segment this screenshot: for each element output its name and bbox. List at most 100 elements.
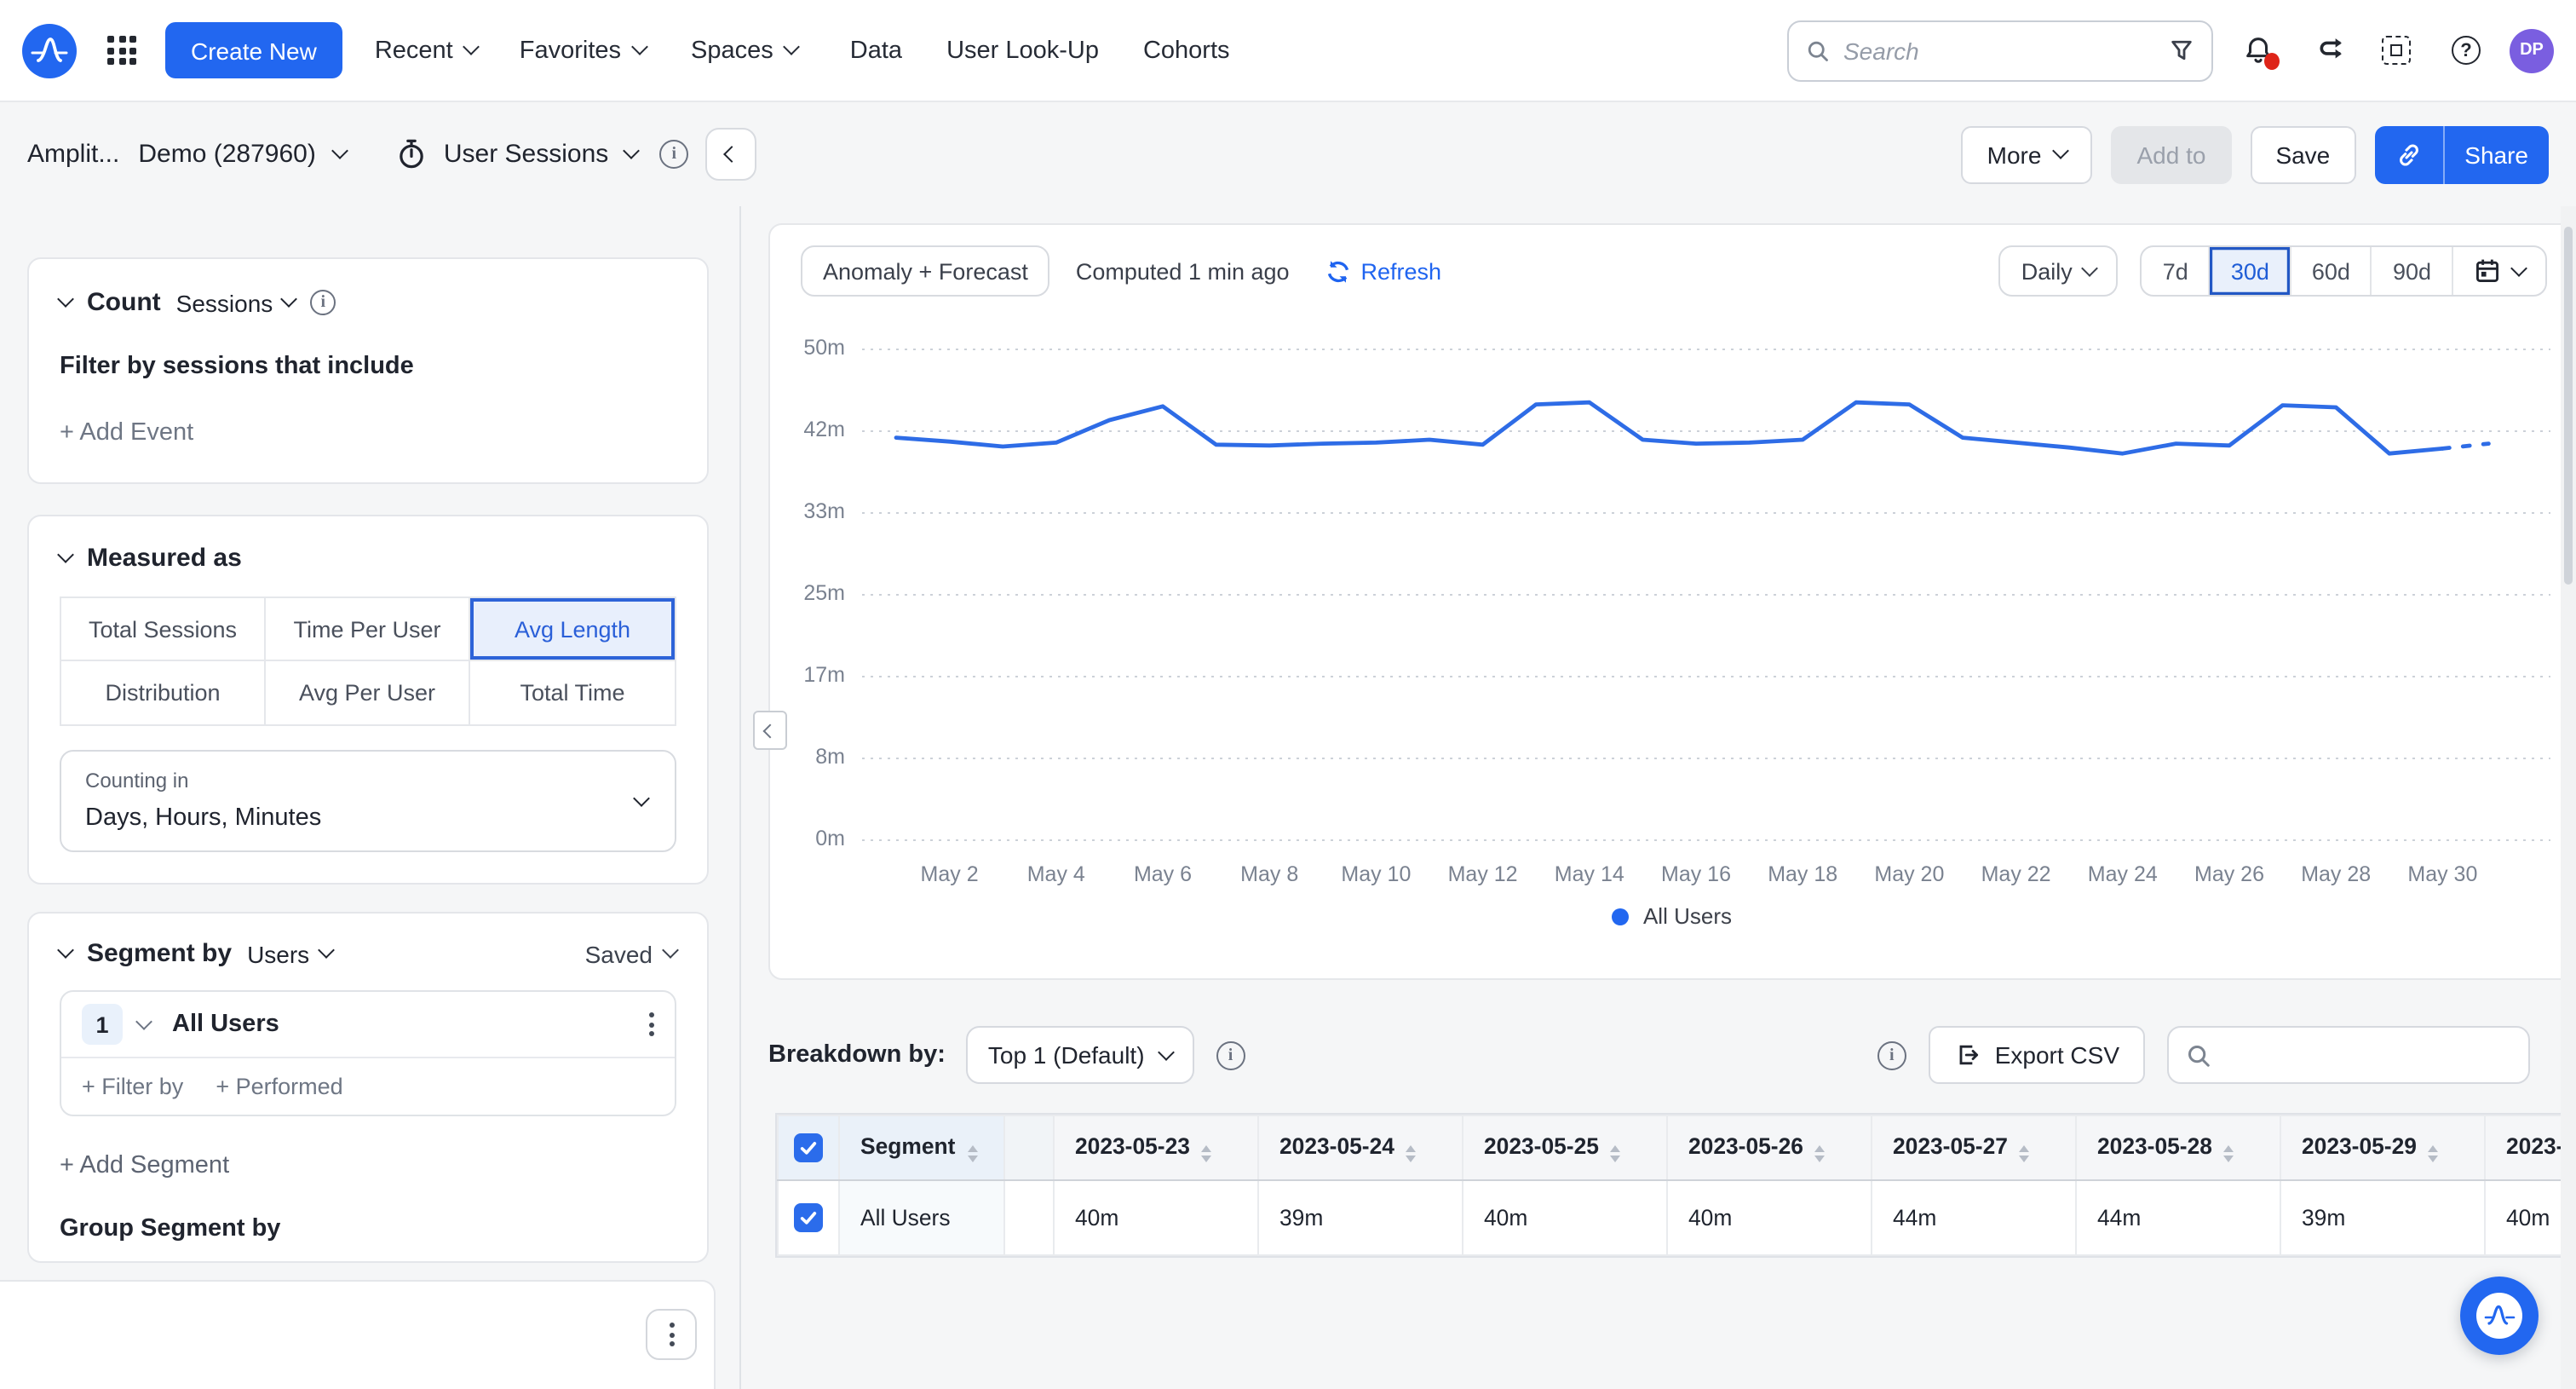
project-name[interactable]: Demo (287960) [138,140,315,169]
segment-column-header[interactable]: Segment [839,1115,1004,1180]
chart-scroll-left-button[interactable] [753,711,787,750]
chevron-down-icon[interactable] [135,1012,152,1029]
collapse-section-icon[interactable] [57,942,74,959]
segment-name-cell[interactable]: All Users [839,1180,1004,1255]
org-name[interactable]: Amplit... [27,140,119,169]
info-icon[interactable]: i [659,140,688,169]
date-column-header[interactable]: 2023-05-27 [1872,1115,2076,1180]
create-new-button[interactable]: Create New [165,22,342,78]
range-90d[interactable]: 90d [2371,247,2452,295]
copy-link-button[interactable] [2374,125,2442,183]
performed-button[interactable]: + Performed [216,1074,342,1099]
vertical-scrollbar[interactable] [2561,206,2576,1389]
link-icon [2395,141,2422,168]
nav-recent-dropdown[interactable]: Recent [375,37,477,64]
collapse-section-icon[interactable] [57,291,74,308]
legend-label[interactable]: All Users [1643,903,1732,929]
sort-icon[interactable] [1815,1145,1826,1162]
share-button[interactable]: Share [2444,125,2549,183]
apps-grid-icon[interactable] [107,36,136,65]
chevron-down-icon[interactable] [623,142,640,159]
nav-data-link[interactable]: Data [850,37,902,64]
segment-index[interactable]: 1 [82,1004,123,1045]
x-axis-tick: May 24 [2088,862,2158,886]
info-icon[interactable]: i [1877,1040,1906,1069]
custom-date-range-button[interactable] [2452,247,2545,295]
date-column-header[interactable]: 2023-05-26 [1667,1115,1872,1180]
line-chart[interactable]: 50m42m33m25m17m8m0mMay 2May 4May 6May 8M… [770,320,2574,890]
option-distribution[interactable]: Distribution [61,661,266,724]
filter-funnel-icon[interactable] [2169,37,2194,63]
sort-icon[interactable] [1202,1145,1212,1162]
range-30d[interactable]: 30d [2209,247,2290,295]
granularity-dropdown[interactable]: Daily [1999,245,2119,297]
select-region-icon[interactable] [2382,36,2411,65]
chart-title[interactable]: User Sessions [444,140,608,169]
filter-by-button[interactable]: + Filter by [82,1074,183,1099]
nav-spaces-dropdown[interactable]: Spaces [691,37,797,64]
refresh-button[interactable]: Refresh [1325,258,1442,284]
sort-icon[interactable] [967,1145,977,1162]
user-avatar[interactable]: DP [2510,28,2554,72]
chart-card: Anomaly + Forecast Computed 1 min ago Re… [768,223,2576,980]
scrollbar-thumb[interactable] [2564,227,2573,585]
row-checkbox[interactable] [794,1203,823,1232]
nav-favorites-dropdown[interactable]: Favorites [520,37,645,64]
option-avg-per-user[interactable]: Avg Per User [266,661,470,724]
info-icon[interactable]: i [310,290,336,315]
range-7d[interactable]: 7d [2142,247,2209,295]
breakdown-bar: Breakdown by: Top 1 (Default) i i Export… [768,1024,2530,1086]
range-60d[interactable]: 60d [2290,247,2371,295]
date-column-header[interactable]: 2023-05-28 [2076,1115,2280,1180]
counting-in-select[interactable]: Counting in Days, Hours, Minutes [60,750,676,852]
sort-icon[interactable] [2429,1145,2439,1162]
journeys-icon[interactable] [2314,34,2346,66]
info-icon[interactable]: i [1216,1040,1245,1069]
saved-dropdown[interactable]: Saved [585,940,676,967]
y-axis-tick: 25m [770,581,845,605]
x-axis-tick: May 6 [1134,862,1192,886]
export-csv-button[interactable]: Export CSV [1929,1026,2145,1084]
add-segment-button[interactable]: + Add Segment [60,1152,676,1179]
date-column-header[interactable]: 2023-05-25 [1463,1115,1667,1180]
sort-icon[interactable] [2020,1145,2030,1162]
chevron-down-icon [463,38,480,55]
table-search-input[interactable] [2167,1026,2530,1084]
option-total-time[interactable]: Total Time [470,661,675,724]
notifications-bell-icon[interactable] [2242,34,2274,66]
select-all-checkbox[interactable] [794,1133,823,1162]
collapse-section-icon[interactable] [57,546,74,563]
amplitude-assistant-fab[interactable] [2460,1277,2539,1355]
collapse-sidebar-button[interactable] [705,128,756,181]
date-column-header[interactable]: 2023-05-23 [1054,1115,1258,1180]
search-input[interactable] [1843,37,2155,64]
sort-icon[interactable] [2224,1145,2234,1162]
more-button[interactable]: More [1962,125,2093,183]
segment-entity-dropdown[interactable]: Users [247,940,331,967]
series-color-dot [1613,908,1630,925]
date-range-control: 7d 30d 60d 90d [2141,245,2547,297]
segment-kebab-menu[interactable] [649,1012,654,1036]
event-dropdown[interactable]: Sessions [176,289,296,316]
amplitude-logo-icon[interactable] [22,23,77,78]
breakdown-dropdown[interactable]: Top 1 (Default) [966,1026,1194,1084]
sort-icon[interactable] [1406,1145,1417,1162]
sort-icon[interactable] [1611,1145,1621,1162]
add-event-button[interactable]: + Add Event [60,419,676,447]
table-header-row: Segment2023-05-232023-05-242023-05-25202… [778,1115,2576,1180]
save-button[interactable]: Save [2250,125,2355,183]
help-icon[interactable]: ? [2452,36,2481,65]
date-column-header[interactable]: 2023-05-24 [1258,1115,1463,1180]
anomaly-forecast-button[interactable]: Anomaly + Forecast [801,245,1050,297]
chevron-down-icon[interactable] [332,142,349,159]
value-cell: 40m [1667,1180,1872,1255]
option-time-per-user[interactable]: Time Per User [266,598,470,661]
nav-user-lookup-link[interactable]: User Look-Up [946,37,1099,64]
nav-cohorts-link[interactable]: Cohorts [1143,37,1230,64]
segment-name[interactable]: All Users [172,1011,279,1038]
global-search[interactable] [1787,20,2213,81]
option-avg-length[interactable]: Avg Length [470,598,675,661]
sidebar-kebab-button[interactable] [646,1309,697,1360]
option-total-sessions[interactable]: Total Sessions [61,598,266,661]
date-column-header[interactable]: 2023-05-29 [2280,1115,2485,1180]
